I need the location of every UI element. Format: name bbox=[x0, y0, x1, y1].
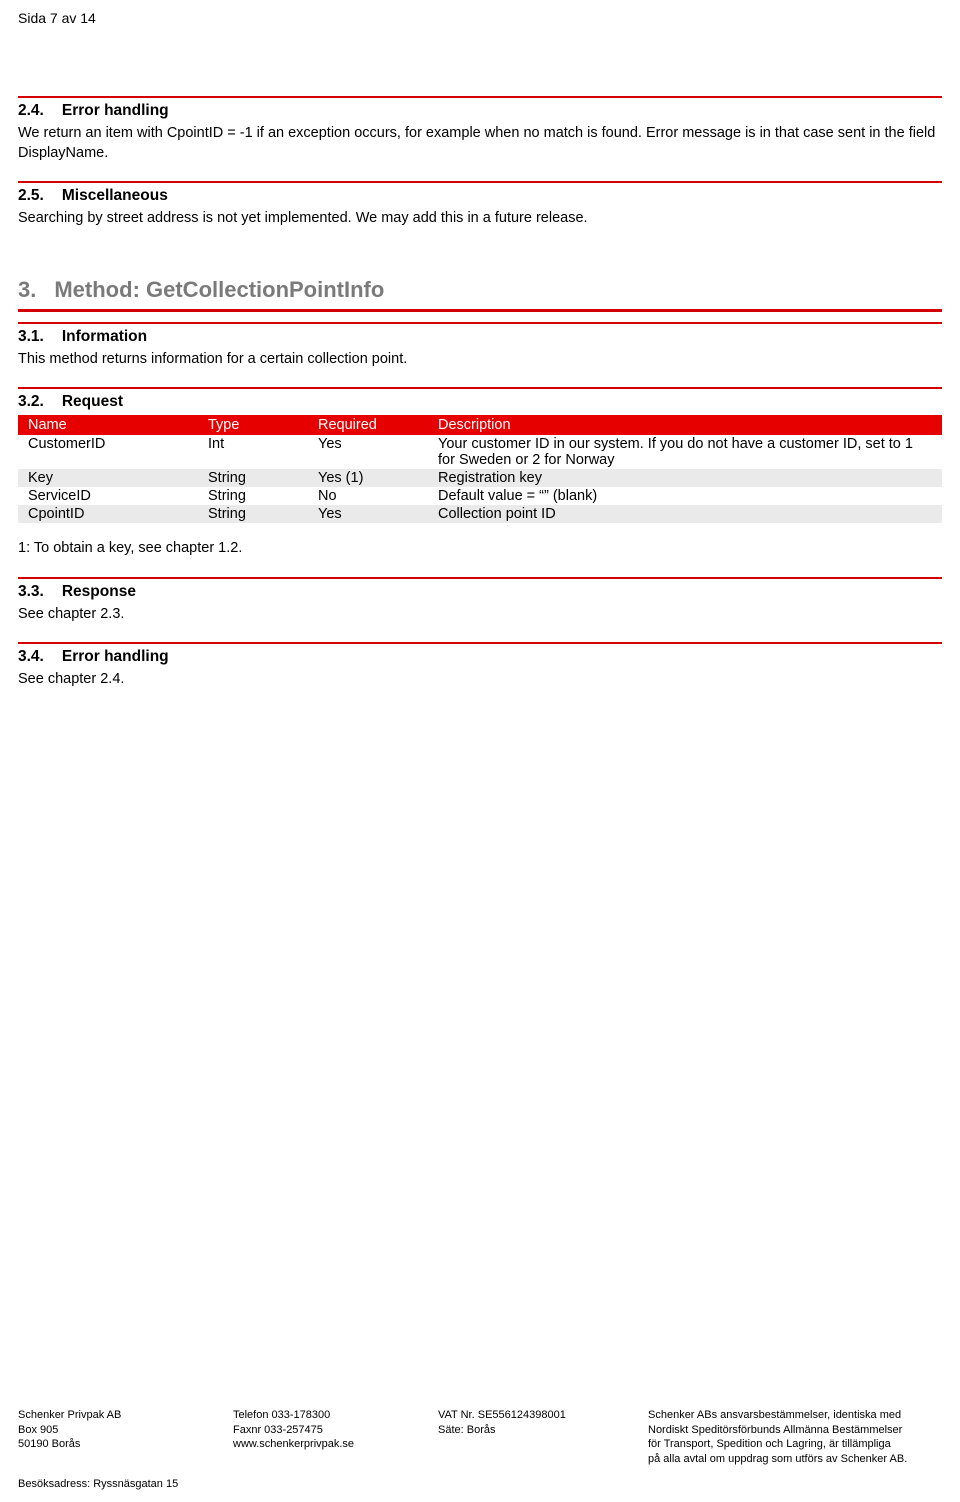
section-title: Response bbox=[62, 583, 136, 600]
section-2-5-heading: 2.5. Miscellaneous bbox=[18, 183, 942, 207]
section-number: 3.2. bbox=[18, 393, 44, 411]
th-type: Type bbox=[198, 415, 308, 435]
section-number: 2.5. bbox=[18, 187, 44, 205]
footer-vat: VAT Nr. SE556124398001 bbox=[438, 1408, 638, 1423]
cell-desc: Default value = “” (blank) bbox=[428, 487, 942, 505]
section-3-4-text: See chapter 2.4. bbox=[18, 668, 942, 694]
page-footer: Schenker Privpak AB Box 905 50190 Borås … bbox=[18, 1408, 942, 1492]
chapter-title: Method: GetCollectionPointInfo bbox=[54, 277, 384, 302]
cell-type: Int bbox=[198, 435, 308, 469]
cell-name: ServiceID bbox=[18, 487, 198, 505]
cell-required: Yes bbox=[308, 505, 428, 523]
footer-fax: Faxnr 033-257475 bbox=[233, 1423, 428, 1438]
chapter-3-heading: 3. Method: GetCollectionPointInfo bbox=[18, 247, 942, 309]
section-title: Request bbox=[62, 393, 123, 410]
cell-name: CpointID bbox=[18, 505, 198, 523]
section-3-4-heading: 3.4. Error handling bbox=[18, 644, 942, 668]
cell-type: String bbox=[198, 505, 308, 523]
footer-legal-3: för Transport, Spedition och Lagring, är… bbox=[648, 1437, 942, 1452]
section-title: Miscellaneous bbox=[62, 187, 168, 204]
table-row: Key String Yes (1) Registration key bbox=[18, 469, 942, 487]
footer-legal-2: Nordiskt Speditörsförbunds Allmänna Best… bbox=[648, 1423, 942, 1438]
section-3-3-text: See chapter 2.3. bbox=[18, 603, 942, 629]
cell-required: No bbox=[308, 487, 428, 505]
section-2-4-text: We return an item with CpointID = -1 if … bbox=[18, 122, 942, 167]
footer-seat: Säte: Borås bbox=[438, 1423, 638, 1438]
footer-legal-4: på alla avtal om uppdrag som utförs av S… bbox=[648, 1452, 942, 1467]
cell-required: Yes (1) bbox=[308, 469, 428, 487]
footer-box: Box 905 bbox=[18, 1423, 223, 1438]
footer-company: Schenker Privpak AB bbox=[18, 1408, 223, 1423]
th-name: Name bbox=[18, 415, 198, 435]
footer-web: www.schenkerprivpak.se bbox=[233, 1437, 428, 1452]
chapter-rule bbox=[18, 309, 942, 312]
chapter-number: 3. bbox=[18, 277, 36, 303]
cell-required: Yes bbox=[308, 435, 428, 469]
page-header: Sida 7 av 14 bbox=[18, 10, 942, 26]
table-footnote: 1: To obtain a key, see chapter 1.2. bbox=[18, 537, 942, 563]
table-row: CpointID String Yes Collection point ID bbox=[18, 505, 942, 523]
cell-name: Key bbox=[18, 469, 198, 487]
cell-desc: Your customer ID in our system. If you d… bbox=[428, 435, 942, 469]
section-3-1-text: This method returns information for a ce… bbox=[18, 348, 942, 374]
section-number: 3.4. bbox=[18, 648, 44, 666]
section-number: 3.3. bbox=[18, 583, 44, 601]
footer-legal-1: Schenker ABs ansvarsbestämmelser, identi… bbox=[648, 1408, 942, 1423]
section-title: Error handling bbox=[62, 102, 169, 119]
th-required: Required bbox=[308, 415, 428, 435]
cell-type: String bbox=[198, 469, 308, 487]
section-title: Error handling bbox=[62, 648, 169, 665]
cell-name: CustomerID bbox=[18, 435, 198, 469]
th-description: Description bbox=[428, 415, 942, 435]
cell-desc: Registration key bbox=[428, 469, 942, 487]
section-3-2-heading: 3.2. Request bbox=[18, 389, 942, 413]
section-number: 2.4. bbox=[18, 102, 44, 120]
table-header-row: Name Type Required Description bbox=[18, 415, 942, 435]
section-2-5-text: Searching by street address is not yet i… bbox=[18, 207, 942, 233]
cell-type: String bbox=[198, 487, 308, 505]
table-row: CustomerID Int Yes Your customer ID in o… bbox=[18, 435, 942, 469]
footer-visit-address: Besöksadress: Ryssnäsgatan 15 bbox=[18, 1477, 942, 1492]
footer-phone: Telefon 033-178300 bbox=[233, 1408, 428, 1423]
footer-city: 50190 Borås bbox=[18, 1437, 223, 1452]
section-2-4-heading: 2.4. Error handling bbox=[18, 98, 942, 122]
section-3-3-heading: 3.3. Response bbox=[18, 579, 942, 603]
cell-desc: Collection point ID bbox=[428, 505, 942, 523]
section-3-1-heading: 3.1. Information bbox=[18, 324, 942, 348]
table-row: ServiceID String No Default value = “” (… bbox=[18, 487, 942, 505]
request-table: Name Type Required Description CustomerI… bbox=[18, 415, 942, 523]
section-title: Information bbox=[62, 328, 147, 345]
section-number: 3.1. bbox=[18, 328, 44, 346]
